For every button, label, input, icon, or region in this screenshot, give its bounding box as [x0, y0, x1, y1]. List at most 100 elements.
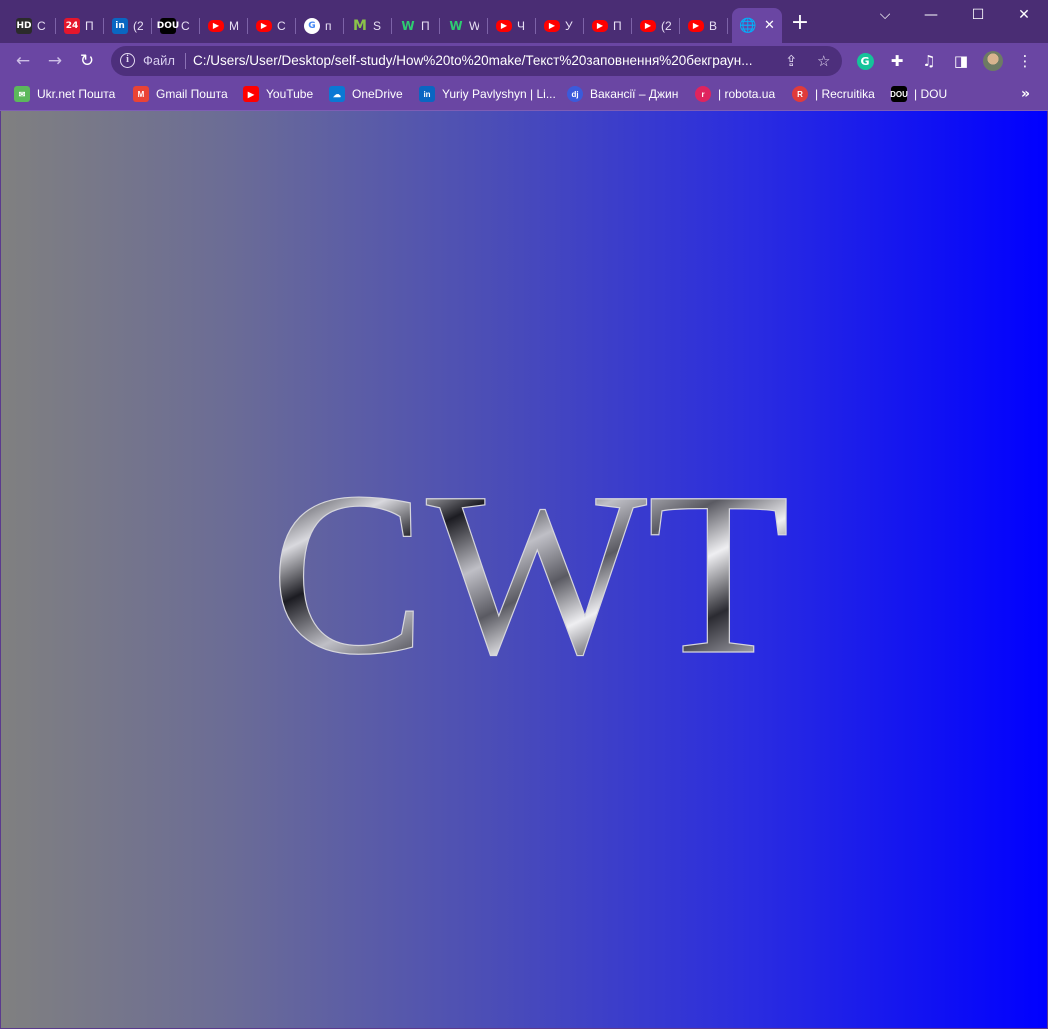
tab-search-button[interactable]: ⌵ [862, 0, 908, 30]
bookmark-label: Ukr.net Пошта [37, 87, 116, 101]
maximize-icon: ☐ [971, 7, 985, 23]
tab-title: П [613, 18, 622, 33]
bookmark-label: Yuriy Pavlyshyn | Li... [442, 87, 556, 101]
tab-title: В [709, 18, 718, 33]
menu-button[interactable]: ⋮ [1015, 51, 1035, 71]
dou-icon: DOU [890, 86, 908, 102]
window-border-left [0, 111, 1, 1029]
bookmark-item[interactable]: ▶ YouTube [243, 85, 313, 103]
bookmark-label: | DOU [914, 87, 948, 101]
new-tab-button[interactable]: + [790, 12, 810, 34]
ukrnet-icon: ✉ [14, 86, 30, 102]
tab[interactable]: ▶ П [584, 8, 632, 43]
tab[interactable]: ▶ В [680, 8, 728, 43]
tab-active[interactable]: 🌐 ✕ [732, 8, 782, 43]
profile-button[interactable] [983, 51, 1003, 71]
news24-icon: 24 [64, 17, 80, 34]
hd-icon: HD [16, 17, 32, 34]
tab[interactable]: in (2 [104, 8, 152, 43]
w-icon: W [449, 18, 463, 33]
address-url[interactable]: C:/Users/User/Desktop/self-study/How%20t… [193, 53, 773, 68]
tab[interactable]: ▶ М [200, 8, 248, 43]
avatar [983, 51, 1003, 71]
tab-title: (2 [133, 18, 143, 33]
tab[interactable]: MS [344, 8, 392, 43]
tab[interactable]: ▶ Ч [488, 8, 536, 43]
cwt-text: CWT [270, 443, 790, 676]
reload-button[interactable]: ↻ [75, 49, 99, 73]
tab-title: п [325, 18, 332, 33]
gmail-icon: M [133, 86, 149, 102]
djinni-icon: dj [567, 86, 583, 102]
close-icon: ✕ [1018, 7, 1030, 23]
bookmark-label: Вакансії – Джин [590, 87, 679, 101]
onedrive-icon: ☁ [329, 86, 345, 102]
tab[interactable]: HD С [8, 8, 56, 43]
tab[interactable]: DOU С [152, 8, 200, 43]
google-icon: G [304, 17, 320, 34]
media-controls-button[interactable]: ♫ [919, 51, 939, 71]
minimize-button[interactable]: — [908, 0, 954, 30]
arrow-left-icon: ← [15, 51, 31, 71]
w-icon: W [401, 18, 415, 33]
linkedin-icon: in [419, 86, 435, 102]
arrow-right-icon: → [47, 51, 63, 71]
tab-title: У [565, 18, 573, 33]
close-window-button[interactable]: ✕ [1001, 0, 1047, 30]
address-bar[interactable]: i Файл C:/Users/User/Desktop/self-study/… [111, 46, 842, 76]
tab-title: П [85, 18, 94, 33]
address-scheme-label: Файл [143, 53, 175, 68]
bookmark-label: YouTube [266, 87, 314, 101]
bookmark-item[interactable]: M Gmail Пошта [133, 85, 228, 103]
youtube-icon: ▶ [592, 19, 608, 32]
close-tab-icon[interactable]: ✕ [764, 18, 775, 33]
tab-title: W [469, 18, 479, 33]
bookmarks-overflow-icon[interactable]: » [1021, 86, 1030, 102]
bookmark-item[interactable]: DOU | DOU [890, 85, 948, 103]
recruitika-icon: R [792, 86, 808, 102]
side-panel-button[interactable]: ◨ [951, 51, 971, 71]
maximize-button[interactable]: ☐ [955, 0, 1001, 30]
tab[interactable]: WW [440, 8, 488, 43]
extensions-button[interactable]: ✚ [887, 51, 907, 71]
tab[interactable]: 24 П [56, 8, 104, 43]
m-icon: M [353, 17, 367, 34]
youtube-icon: ▶ [256, 19, 272, 32]
bookmark-item[interactable]: r | robota.ua [695, 85, 775, 103]
tab[interactable]: ▶ У [536, 8, 584, 43]
grammarly-extension-button[interactable]: G [855, 51, 875, 71]
forward-button[interactable]: → [43, 49, 67, 73]
bookmark-label: Gmail Пошта [156, 87, 228, 101]
chevron-down-icon: ⌵ [879, 7, 891, 23]
info-icon[interactable]: i [120, 53, 135, 68]
cwt-heading: CWT [269, 442, 790, 676]
bookmark-item[interactable]: in Yuriy Pavlyshyn | Li... [419, 85, 556, 103]
robota-icon: r [695, 86, 711, 102]
tab-title: С [37, 18, 46, 33]
browser-chrome: HD С 24 Пin (2 DOU С ▶ М ▶ С Gп M S W П W W ▶ Ч ▶ У ▶ П ▶ (2 ▶ В 🌐 ✕ … [0, 0, 1048, 111]
bookmark-label: OneDrive [352, 87, 403, 101]
bookmark-item[interactable]: ✉ Ukr.net Пошта [14, 85, 115, 103]
globe-icon: 🌐 [739, 17, 757, 34]
tab-title: П [421, 18, 430, 33]
tab[interactable]: ▶ (2 [632, 8, 680, 43]
media-icon: ♫ [922, 52, 936, 70]
tab-title: М [229, 18, 239, 33]
tab-title: С [181, 18, 190, 33]
bookmark-star-icon[interactable]: ☆ [817, 52, 830, 70]
share-icon[interactable]: ⇪ [785, 52, 798, 70]
tab-list: HD С 24 Пin (2 DOU С ▶ М ▶ С Gп M S W П W W ▶ Ч ▶ У ▶ П ▶ (2 ▶ В 🌐 ✕ [8, 8, 782, 43]
bookmark-label: | robota.ua [718, 87, 776, 101]
bookmark-item[interactable]: R | Recruitika [792, 85, 875, 103]
tab-title: Ч [517, 18, 525, 33]
tab[interactable]: WП [392, 8, 440, 43]
tab-strip: HD С 24 Пin (2 DOU С ▶ М ▶ С Gп M S W П W W ▶ Ч ▶ У ▶ П ▶ (2 ▶ В 🌐 ✕ … [0, 0, 1048, 43]
tab[interactable]: ▶ С [248, 8, 296, 43]
back-button[interactable]: ← [11, 49, 35, 73]
tab[interactable]: Gп [296, 8, 344, 43]
tab-title: С [277, 18, 286, 33]
toolbar: ← → ↻ i Файл C:/Users/User/Desktop/self-… [0, 43, 1048, 79]
bookmark-item[interactable]: dj Вакансії – Джин [567, 85, 678, 103]
bookmark-item[interactable]: ☁ OneDrive [329, 85, 403, 103]
side-panel-icon: ◨ [953, 52, 969, 70]
